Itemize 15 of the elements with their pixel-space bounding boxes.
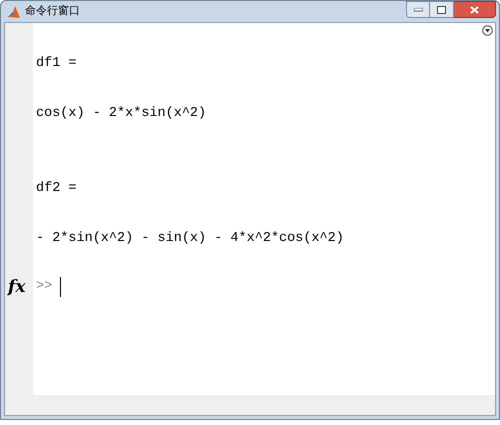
variable-name: df1 = (35, 55, 77, 73)
app-logo-icon (7, 4, 21, 18)
expression-result: cos(x) - 2*x*sin(x^2) (35, 105, 206, 123)
minimize-icon (414, 8, 422, 12)
text-cursor (60, 276, 62, 296)
close-button[interactable] (454, 1, 496, 18)
minimize-button[interactable] (406, 1, 430, 18)
fx-button[interactable]: fx (8, 276, 26, 296)
close-icon (470, 6, 479, 14)
expression-result: - 2*sin(x^2) - sin(x) - 4*x^2*cos(x^2) (35, 230, 344, 248)
window-title: 命令行窗口 (25, 4, 80, 20)
variable-name: df2 = (35, 180, 77, 198)
restore-icon (437, 6, 446, 14)
maximize-button[interactable] (430, 1, 454, 18)
prompt-symbol: >> (35, 278, 52, 296)
